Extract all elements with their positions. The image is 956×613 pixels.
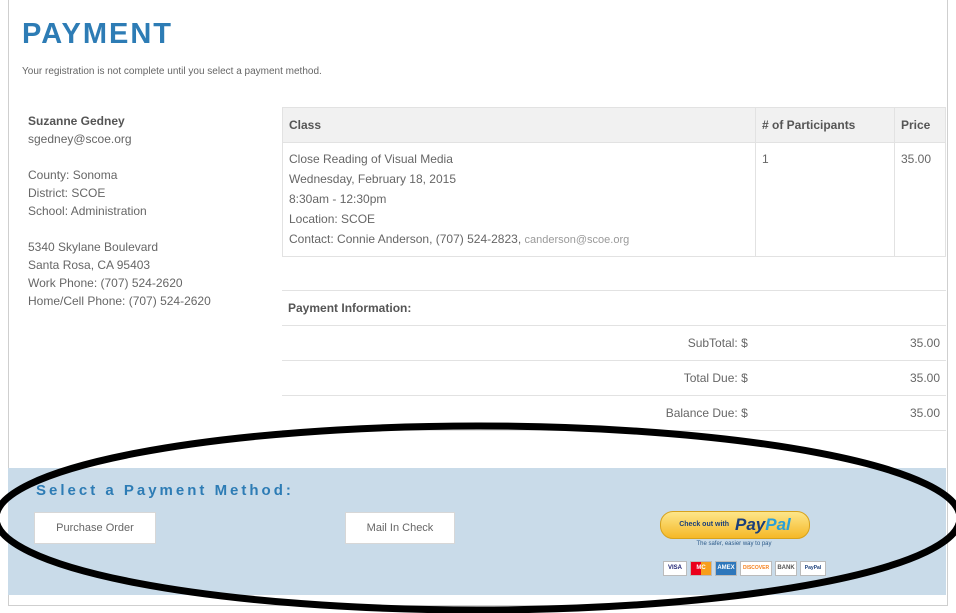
table-row: Close Reading of Visual Media Wednesday,… bbox=[282, 142, 946, 257]
paypal-logo: PayPal bbox=[735, 515, 791, 535]
registrant-work-phone: Work Phone: (707) 524-2620 bbox=[28, 276, 183, 290]
participants-column-header: # of Participants bbox=[755, 107, 895, 143]
paypal-checkout-button[interactable]: Check out with PayPal bbox=[660, 511, 810, 539]
paypal-card-icon: PayPal bbox=[800, 561, 826, 576]
registrant-info: Suzanne Gedney sgedney@scoe.org County: … bbox=[28, 112, 278, 310]
registrant-address-line2: Santa Rosa, CA 95403 bbox=[28, 258, 151, 272]
registrant-address-line1: 5340 Skylane Boulevard bbox=[28, 240, 159, 254]
class-date: Wednesday, February 18, 2015 bbox=[289, 172, 456, 186]
balance-due-row: Balance Due: $ 35.00 bbox=[282, 396, 946, 431]
registrant-county: County: Sonoma bbox=[28, 168, 118, 182]
amex-card-icon: AMEX bbox=[715, 561, 737, 576]
registrant-home-phone: Home/Cell Phone: (707) 524-2620 bbox=[28, 294, 211, 308]
class-time: 8:30am - 12:30pm bbox=[289, 192, 387, 206]
class-contact-text: Contact: Connie Anderson, (707) 524-2823… bbox=[289, 232, 522, 246]
registrant-district: District: SCOE bbox=[28, 186, 106, 200]
paypal-logo-pal: Pal bbox=[765, 515, 791, 534]
registrant-email: sgedney@scoe.org bbox=[28, 132, 132, 146]
registrant-name: Suzanne Gedney bbox=[28, 114, 125, 128]
balance-due-label: Balance Due: $ bbox=[665, 406, 748, 420]
paypal-checkout-text: Check out with bbox=[679, 521, 729, 528]
balance-due-value: 35.00 bbox=[909, 406, 940, 420]
mail-in-check-button[interactable]: Mail In Check bbox=[345, 512, 455, 544]
visa-card-icon: VISA bbox=[663, 561, 687, 576]
class-contact: Contact: Connie Anderson, (707) 524-2823… bbox=[289, 229, 749, 250]
paypal-tagline: The safer, easier way to pay bbox=[696, 541, 772, 547]
registration-notice: Your registration is not complete until … bbox=[22, 66, 322, 77]
discover-card-icon: DISCOVER bbox=[740, 561, 772, 576]
payment-information: Payment Information: SubTotal: $ 35.00 T… bbox=[282, 290, 946, 431]
class-name: Close Reading of Visual Media bbox=[289, 152, 453, 166]
class-location: Location: SCOE bbox=[289, 212, 376, 226]
class-details-cell: Close Reading of Visual Media Wednesday,… bbox=[282, 142, 756, 257]
mastercard-card-icon: MC bbox=[690, 561, 712, 576]
subtotal-row: SubTotal: $ 35.00 bbox=[282, 326, 946, 361]
price-cell: 35.00 bbox=[894, 142, 946, 257]
payment-information-heading: Payment Information: bbox=[282, 290, 946, 326]
price-column-header: Price bbox=[894, 107, 946, 143]
subtotal-value: 35.00 bbox=[909, 336, 940, 350]
total-due-label: Total Due: $ bbox=[683, 371, 748, 385]
page-title: PAYMENT bbox=[22, 18, 173, 50]
bank-card-icon: BANK bbox=[775, 561, 797, 576]
paypal-logo-pay: Pay bbox=[735, 515, 766, 534]
participants-cell: 1 bbox=[755, 142, 895, 257]
subtotal-label: SubTotal: $ bbox=[687, 336, 748, 350]
registrant-school: School: Administration bbox=[28, 204, 147, 218]
accepted-cards: VISA MC AMEX DISCOVER BANK PayPal bbox=[663, 561, 826, 576]
total-due-row: Total Due: $ 35.00 bbox=[282, 361, 946, 396]
class-contact-email-link[interactable]: canderson@scoe.org bbox=[525, 234, 630, 246]
total-due-value: 35.00 bbox=[909, 371, 940, 385]
payment-method-heading: Select a Payment Method: bbox=[36, 482, 294, 499]
class-table-header-row: Class # of Participants Price bbox=[282, 107, 946, 143]
class-table: Class # of Participants Price Close Read… bbox=[282, 107, 946, 257]
purchase-order-button[interactable]: Purchase Order bbox=[34, 512, 156, 544]
class-column-header: Class bbox=[282, 107, 756, 143]
